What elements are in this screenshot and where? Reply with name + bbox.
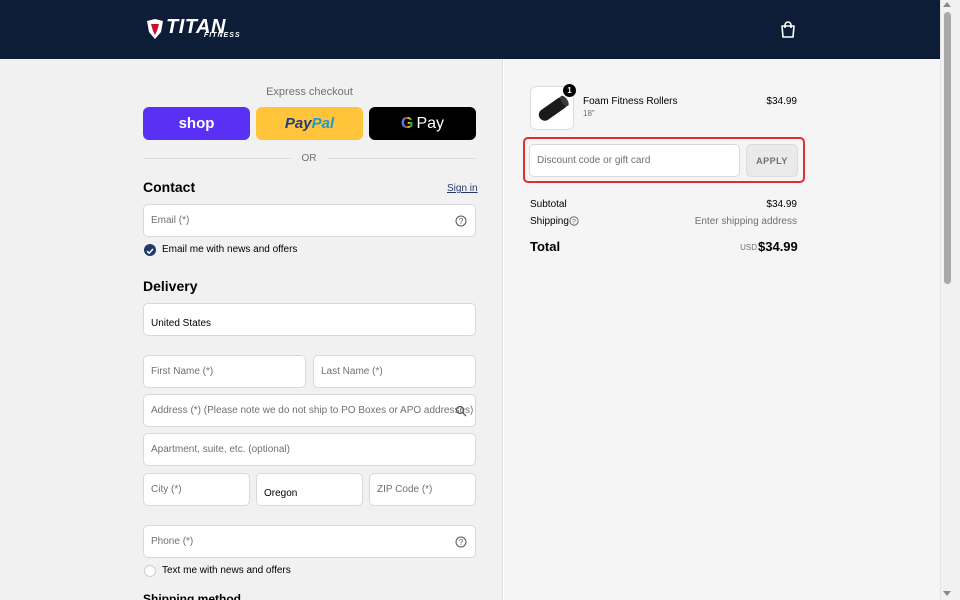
site-header: TITAN FITNESS xyxy=(0,0,940,59)
product-name: Foam Fitness Rollers xyxy=(583,96,678,107)
divider-left xyxy=(143,158,291,159)
svg-text:?: ? xyxy=(459,217,464,226)
help-icon[interactable]: ? xyxy=(569,216,579,226)
google-g-icon: G xyxy=(400,114,414,132)
shop-pay-button[interactable]: shop xyxy=(143,107,250,140)
logo-subtext: FITNESS xyxy=(204,32,241,39)
zip-code-field[interactable]: ZIP Code (*) xyxy=(369,473,476,506)
email-newsletter-checkbox[interactable] xyxy=(144,244,156,256)
email-field[interactable]: Email (*) ? xyxy=(143,204,476,237)
email-newsletter-label: Email me with news and offers xyxy=(162,244,298,255)
sign-in-link[interactable]: Sign in xyxy=(447,183,478,194)
product-price: $34.99 xyxy=(766,96,797,107)
scroll-down-arrow-icon[interactable] xyxy=(943,591,951,596)
state-select[interactable]: Oregon xyxy=(256,473,363,506)
delivery-heading: Delivery xyxy=(143,278,198,294)
subtotal-label: Subtotal xyxy=(530,199,567,210)
discount-highlight-box xyxy=(523,137,805,183)
help-icon[interactable]: ? xyxy=(455,215,467,227)
svg-text:?: ? xyxy=(572,218,576,225)
or-divider-label: OR xyxy=(301,153,317,164)
total-label: Total xyxy=(530,239,561,254)
shield-logo-icon xyxy=(147,19,163,39)
help-icon[interactable]: ? xyxy=(455,536,467,548)
shipping-label: Shipping xyxy=(530,216,569,227)
google-pay-button[interactable]: G Pay xyxy=(369,107,476,140)
text-offers-checkbox[interactable] xyxy=(144,565,156,577)
search-icon xyxy=(455,405,467,417)
scrollbar-thumb[interactable] xyxy=(944,12,951,284)
phone-field[interactable]: Phone (*) ? xyxy=(143,525,476,558)
shopping-bag-icon[interactable] xyxy=(780,21,796,38)
titan-fitness-logo[interactable]: TITAN FITNESS xyxy=(146,17,256,41)
last-name-field[interactable]: Last Name (*) xyxy=(313,355,476,388)
checkmark-icon xyxy=(146,248,154,255)
subtotal-value: $34.99 xyxy=(766,199,797,210)
product-variant: 18" xyxy=(583,109,595,118)
country-select[interactable]: United States xyxy=(143,303,476,336)
city-field[interactable]: City (*) xyxy=(143,473,250,506)
first-name-field[interactable]: First Name (*) xyxy=(143,355,306,388)
contact-heading: Contact xyxy=(143,179,196,195)
express-checkout-label: Express checkout xyxy=(266,86,353,98)
apartment-field[interactable]: Apartment, suite, etc. (optional) xyxy=(143,433,476,466)
page-scrollbar[interactable] xyxy=(940,0,960,600)
total-value: $34.99 xyxy=(758,239,798,254)
address-field[interactable]: Address (*) (Please note we do not ship … xyxy=(143,394,476,427)
shipping-method-heading: Shipping method xyxy=(143,592,241,600)
currency-code: USD xyxy=(740,243,757,252)
shipping-value: Enter shipping address xyxy=(694,216,797,227)
paypal-button[interactable]: Pay Pal xyxy=(256,107,363,140)
svg-text:?: ? xyxy=(459,538,464,547)
scroll-up-arrow-icon[interactable] xyxy=(943,2,951,7)
quantity-badge: 1 xyxy=(563,84,576,97)
divider-right xyxy=(327,158,476,159)
text-offers-label: Text me with news and offers xyxy=(162,565,291,576)
